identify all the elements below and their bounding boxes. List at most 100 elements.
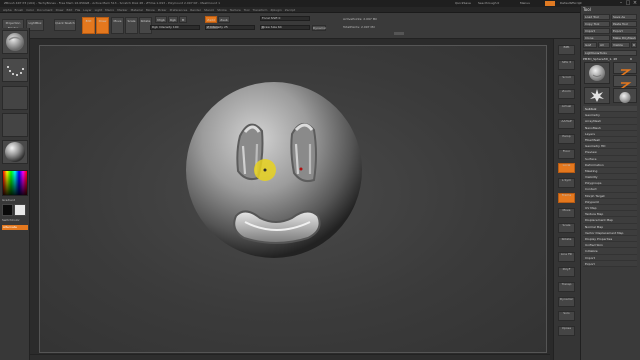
color-picker[interactable] — [2, 170, 28, 196]
rotate-label: Rotate — [140, 19, 151, 23]
shelf-button-line-fill[interactable]: Line Fill — [558, 252, 575, 263]
menus-button[interactable]: Menus — [520, 0, 530, 7]
shelf-button-l-sym[interactable]: L.Sym — [558, 178, 575, 189]
z-intensity-label: Z Intensity 25 — [207, 25, 228, 29]
save-as-button[interactable]: Save As — [611, 14, 637, 20]
shelf-button-move[interactable]: Move — [558, 207, 575, 218]
bottom-tray — [30, 354, 550, 360]
shelf-button-zoom[interactable]: Zoom — [558, 89, 575, 100]
rgb-button[interactable]: Rgb — [168, 16, 178, 23]
brush-selector[interactable] — [2, 30, 28, 54]
stroke-selector[interactable] — [2, 58, 28, 82]
shelf-button-local[interactable]: Local — [558, 163, 575, 174]
top-toolbar: Projection Master LightBox Quick Sketch … — [0, 13, 640, 39]
zadd-button[interactable]: Zadd — [205, 16, 217, 23]
goz-button[interactable]: GoZ — [583, 42, 597, 48]
shelf-button-solo[interactable]: Solo — [558, 311, 575, 322]
move-button[interactable]: Move — [111, 17, 124, 34]
subpalette-export[interactable]: Export — [583, 260, 637, 267]
make-polymesh-button[interactable]: Make PolyMesh3D — [611, 35, 637, 41]
canvas-collapse-handle[interactable] — [394, 32, 404, 35]
sculpt-viewport[interactable] — [40, 46, 548, 354]
switch-color-button[interactable]: SwitchColor — [2, 218, 20, 222]
tool-palette-title: Tool — [583, 7, 591, 12]
title-bar: ZBrush 4R7 P3 (x64) - TechyBones - Free … — [0, 0, 640, 7]
see-through-slider[interactable]: See-through 0 — [478, 0, 499, 7]
edit-button[interactable]: Edit — [82, 17, 95, 34]
shelf-button-persp[interactable]: Persp — [558, 133, 575, 144]
shelf-button-bpr[interactable]: BPR — [558, 45, 575, 55]
shelf-button-xpose[interactable]: Xpose — [558, 326, 575, 337]
dragdot-stroke-icon — [7, 66, 24, 76]
goz-r-button[interactable]: R — [631, 42, 637, 48]
current-tool-label: PM3D_Sphere3D_1. 48 — [583, 57, 618, 61]
matcap-material-icon — [5, 142, 25, 162]
star-tool-icon — [590, 89, 604, 102]
quick-sketch-button[interactable]: Quick Sketch — [54, 19, 76, 31]
rgb-intensity-slider[interactable]: Rgb Intensity 100 — [150, 25, 200, 30]
move-label: Move — [113, 19, 122, 23]
edit-label: Edit — [85, 19, 92, 23]
tool-thumb-polymesh[interactable] — [613, 75, 637, 90]
tool-thumb-sphere-small[interactable] — [613, 88, 637, 103]
shelf-button-actual[interactable]: Actual — [558, 104, 575, 115]
quicksave-button[interactable]: QuickSave — [455, 0, 471, 7]
draw-button[interactable]: Draw — [96, 17, 109, 34]
lightbox-tools-button[interactable]: Lightbox▸Tools — [583, 50, 637, 56]
shelf-button-spix-3[interactable]: SPix 3 — [558, 59, 575, 70]
shelf-button-rotate[interactable]: Rotate — [558, 237, 575, 248]
paste-tool-button[interactable]: Paste Tool — [611, 21, 637, 27]
import-button[interactable]: Import — [583, 28, 610, 34]
window-title: ZBrush 4R7 P3 (x64) - TechyBones - Free … — [4, 1, 220, 5]
right-eye-detail — [290, 123, 317, 183]
rgb-intensity-label: Rgb Intensity 100 — [152, 25, 179, 29]
current-tool-r-button[interactable]: R — [630, 57, 632, 61]
shelf-button-dynamic[interactable]: Dynamic — [558, 296, 575, 307]
tool-thumb-cylinder[interactable] — [613, 62, 637, 77]
shelf-button-scale[interactable]: Scale — [558, 222, 575, 233]
draw-size-slider[interactable]: Draw Size 64 — [260, 25, 310, 30]
scale-label: Scale — [127, 19, 136, 23]
m-button[interactable]: M — [179, 16, 187, 23]
goz-visible-button[interactable]: Visible — [611, 42, 630, 48]
zsub-button[interactable]: Zsub — [218, 16, 230, 23]
mrgb-button[interactable]: Mrgb — [155, 16, 167, 23]
draw-label: Draw — [98, 19, 107, 23]
gradient-label: Gradient — [2, 198, 16, 202]
shelf-button-polyf[interactable]: PolyF — [558, 267, 575, 277]
copy-tool-button[interactable]: Copy Tool — [583, 21, 610, 27]
clone-button[interactable]: Clone — [583, 35, 610, 41]
shelf-button-aahalf[interactable]: AAHalf — [558, 119, 575, 129]
draw-size-label: Draw Size 64 — [262, 25, 282, 29]
secondary-color-swatch[interactable] — [2, 204, 13, 216]
scale-button[interactable]: Scale — [125, 17, 138, 34]
document-canvas[interactable] — [39, 45, 547, 353]
tool-subpalette-list: Subtool Geometry ArrayMesh NanoMesh Layers Fi… — [583, 106, 637, 267]
shelf-button-floor[interactable]: Floor — [558, 148, 575, 159]
total-points-readout: TotalPoints: 2.097 Mil — [343, 25, 375, 29]
material-selector[interactable] — [2, 140, 28, 164]
right-shelf: BPR SPix 3 Scroll Zoom Actual AAHalf Persp Floo… — [553, 39, 580, 360]
tool-thumb-simplebrush[interactable] — [584, 87, 610, 104]
texture-selector[interactable] — [2, 113, 28, 137]
alternate-button[interactable]: Alternate — [2, 225, 28, 230]
standard-brush-icon — [6, 33, 24, 51]
menus-toggle[interactable] — [545, 1, 555, 6]
shelf-button-scroll[interactable]: Scroll — [558, 74, 575, 85]
sphere-small-icon — [619, 92, 631, 103]
goz-all-button[interactable]: All — [598, 42, 610, 48]
dynamic-button[interactable]: Dynamic — [312, 25, 326, 31]
alpha-selector[interactable] — [2, 86, 28, 110]
active-points-readout: ActivePoints: 2.097 Mil — [343, 17, 378, 21]
shelf-button-frame[interactable]: Frame — [558, 193, 575, 203]
focal-shift-slider[interactable]: Focal Shift 0 — [260, 16, 310, 21]
focal-shift-label: Focal Shift 0 — [262, 16, 281, 20]
load-tool-button[interactable]: Load Tool — [583, 14, 610, 20]
tool-thumb-current[interactable] — [584, 62, 610, 84]
shelf-button-transp[interactable]: Transp — [558, 281, 575, 292]
export-button[interactable]: Export — [611, 28, 637, 34]
default-zscript-button[interactable]: DefaultZScript — [560, 0, 582, 7]
main-color-swatch[interactable] — [14, 204, 26, 216]
sphere-tool-icon — [589, 65, 605, 81]
z-intensity-slider[interactable]: Z Intensity 25 — [205, 25, 255, 30]
